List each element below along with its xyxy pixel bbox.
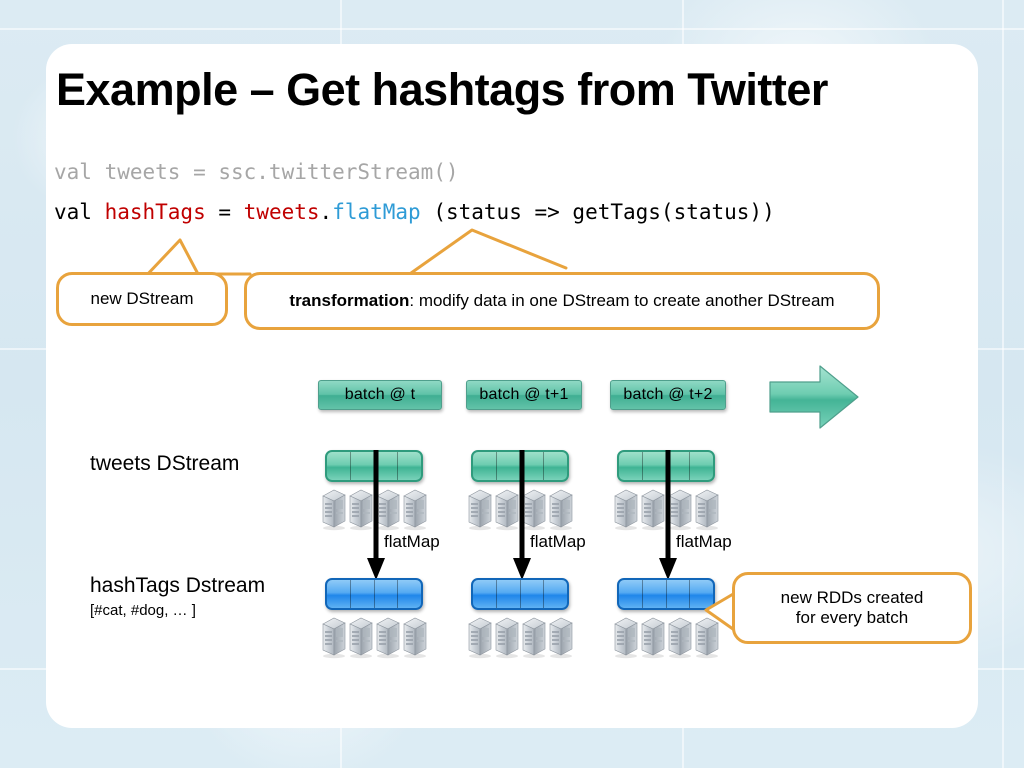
code-token-tweets: tweets <box>243 200 320 224</box>
slide-card: Example – Get hashtags from Twitter val … <box>46 44 978 728</box>
rdd-cell <box>473 452 497 480</box>
rdd-cell <box>327 580 351 608</box>
flatmap-arrow-t <box>367 450 385 580</box>
code-token-val: val <box>54 200 105 224</box>
server-icon <box>641 617 665 659</box>
rdd-cell <box>544 452 567 480</box>
rdd-cell <box>327 452 351 480</box>
callout-transformation: transformation: modify data in one DStre… <box>244 272 880 330</box>
callout-new-rdds-line1: new RDDs created <box>780 587 924 607</box>
rdd-cell <box>619 580 643 608</box>
rdd-cell <box>690 452 713 480</box>
rdd-cell <box>667 580 691 608</box>
server-icon <box>549 489 573 531</box>
flatmap-arrow-t2 <box>659 450 677 580</box>
code-line-1: val tweets = ssc.twitterStream() <box>54 160 459 184</box>
server-icon <box>468 617 492 659</box>
batch-label-t: batch @ t <box>318 380 442 410</box>
rdd-cell <box>619 452 643 480</box>
server-group-blue-t <box>322 614 428 659</box>
rdd-block-blue-t1 <box>471 578 569 610</box>
rdd-cell <box>398 580 421 608</box>
flatmap-label-t1: flatMap <box>530 532 586 551</box>
server-icon <box>549 617 573 659</box>
callout-transformation-bold: transformation <box>289 290 410 310</box>
server-group-blue-t2 <box>614 614 720 659</box>
code-token-lambda: (status => getTags(status)) <box>420 200 775 224</box>
rdd-cell <box>521 580 545 608</box>
batch-label-t1: batch @ t+1 <box>466 380 582 410</box>
flatmap-label-t: flatMap <box>384 532 440 551</box>
code-line-2: val hashTags = tweets.flatMap (status =>… <box>54 200 775 224</box>
server-group-blue-t1 <box>468 614 574 659</box>
callout-transformation-rest: : modify data in one DStream to create a… <box>409 290 835 310</box>
rdd-cell <box>497 580 521 608</box>
code-token-dot: . <box>319 200 333 224</box>
server-icon <box>322 489 346 531</box>
background-seam <box>1002 0 1004 768</box>
background-seam <box>0 28 1024 30</box>
server-icon <box>522 617 546 659</box>
code-token-line1: val tweets = ssc.twitterStream() <box>54 160 459 184</box>
row-label-hashtags-dstream: hashTags Dstream <box>90 574 266 597</box>
flatmap-label-t2: flatMap <box>676 532 732 551</box>
server-icon <box>403 489 427 531</box>
batch-label-t2: batch @ t+2 <box>610 380 726 410</box>
slide-canvas: Example – Get hashtags from Twitter val … <box>0 0 1024 768</box>
row-sublabel-hashtags-sample: [#cat, #dog, … ] <box>90 602 196 619</box>
rdd-cell <box>473 580 497 608</box>
code-token-hashtags: hashTags <box>104 200 206 224</box>
callout-new-rdds-line2: for every batch <box>795 608 909 627</box>
server-icon <box>349 617 373 659</box>
server-icon <box>695 617 719 659</box>
page-title: Example – Get hashtags from Twitter <box>56 64 828 115</box>
rdd-cell <box>398 452 421 480</box>
rdd-cell <box>351 580 375 608</box>
time-direction-arrow-icon <box>769 365 859 429</box>
server-icon <box>668 617 692 659</box>
rdd-cell <box>544 580 567 608</box>
callout-new-dstream-text: new DStream <box>90 288 194 308</box>
rdd-cell <box>643 580 667 608</box>
rdd-block-blue-t2 <box>617 578 715 610</box>
flatmap-arrow-t1 <box>513 450 531 580</box>
rdd-cell <box>375 580 399 608</box>
rdd-block-blue-t <box>325 578 423 610</box>
code-token-equals: = <box>205 200 244 224</box>
server-icon <box>695 489 719 531</box>
callout-new-dstream: new DStream <box>56 272 228 326</box>
server-icon <box>614 617 638 659</box>
code-token-flatmap: flatMap <box>332 200 421 224</box>
server-icon <box>495 617 519 659</box>
server-icon <box>468 489 492 531</box>
rdd-cell <box>690 580 713 608</box>
server-icon <box>376 617 400 659</box>
row-label-tweets-dstream: tweets DStream <box>90 452 240 475</box>
server-icon <box>322 617 346 659</box>
callout-new-rdds: new RDDs created for every batch <box>732 572 972 644</box>
server-icon <box>403 617 427 659</box>
server-icon <box>614 489 638 531</box>
